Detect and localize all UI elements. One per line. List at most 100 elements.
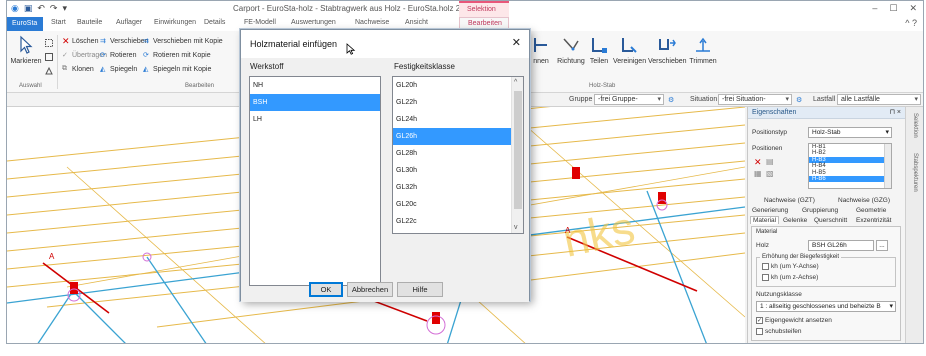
trimmen-button[interactable]: Trimmen bbox=[688, 35, 718, 65]
situation-select[interactable]: -frei Situation- ▾ bbox=[718, 94, 792, 105]
chevron-up-icon[interactable]: ^ bbox=[514, 79, 517, 86]
positionstyp-select[interactable]: Holz-Stab ▾ bbox=[808, 127, 892, 138]
tab-material[interactable]: Material bbox=[750, 216, 780, 224]
verschieben-kopie-button[interactable]: ⇉ Verschieben mit Kopie bbox=[143, 37, 223, 46]
select-window-button[interactable] bbox=[45, 39, 53, 47]
werkstoff-item-lh[interactable]: LH bbox=[250, 111, 380, 128]
tab-querschnitt[interactable]: Querschnitt bbox=[814, 217, 847, 224]
vereinigen-button[interactable]: Vereinigen bbox=[613, 35, 646, 65]
positionen-list[interactable]: H-B1 H-B2 H-B3 H-B4 H-B5 H-B6 bbox=[808, 143, 892, 189]
select-poly-button[interactable] bbox=[45, 66, 53, 75]
tab-ansicht[interactable]: Ansicht bbox=[405, 19, 428, 26]
ok-button[interactable]: OK bbox=[309, 282, 343, 297]
tab-geometrie[interactable]: Geometrie bbox=[856, 207, 886, 214]
schubsteifen-checkbox[interactable]: schubsteifen bbox=[756, 328, 802, 335]
duplicate-icon[interactable]: ▤ bbox=[766, 157, 774, 166]
transfer-icon: ✓ bbox=[62, 52, 68, 59]
festigkeit-item[interactable]: GL32h bbox=[393, 179, 523, 196]
festigkeit-item[interactable]: GL28h bbox=[393, 145, 523, 162]
holz-field[interactable]: BSH GL26h bbox=[808, 240, 874, 251]
spiegeln-button[interactable]: ◭ Spiegeln bbox=[100, 65, 137, 74]
redo-icon[interactable]: ↷ bbox=[50, 3, 58, 14]
tab-fe-modell[interactable]: FE-Modell bbox=[244, 19, 276, 26]
checkbox-checked[interactable]: ✓ bbox=[756, 317, 763, 324]
delete-icon[interactable]: ✕ bbox=[754, 157, 762, 168]
tab-exzentrizitaet[interactable]: Exzentrizität bbox=[856, 217, 891, 224]
dialog-close-button[interactable]: ✕ bbox=[512, 36, 521, 49]
save-icon[interactable]: ▣ bbox=[24, 3, 33, 14]
close-button[interactable]: ✕ bbox=[909, 3, 917, 14]
side-tab-stabspekturen[interactable]: Stabspekturen bbox=[912, 153, 918, 192]
maximize-button[interactable]: ☐ bbox=[889, 3, 897, 14]
tab-gruppierung[interactable]: Gruppierung bbox=[802, 207, 838, 214]
list-item[interactable]: H-B6 bbox=[809, 176, 891, 183]
festigkeit-item[interactable]: GL20h bbox=[393, 77, 523, 94]
richtung-button[interactable]: Richtung bbox=[557, 35, 585, 65]
festigkeit-item[interactable]: GL30h bbox=[393, 162, 523, 179]
gruppe-filter-icon[interactable]: ⚙ bbox=[668, 96, 674, 104]
tab-file[interactable]: EuroSta bbox=[7, 17, 43, 31]
festigkeit-scrollbar[interactable]: ^ v bbox=[511, 77, 523, 233]
kh-y-checkbox[interactable]: kh (um Y-Achse) bbox=[762, 263, 819, 270]
quick-access-toolbar: ◉ ▣ ↶ ↷ ▾ bbox=[11, 3, 67, 14]
help-controls[interactable]: ^ ? bbox=[905, 18, 917, 28]
tab-details[interactable]: Details bbox=[204, 19, 225, 26]
festigkeit-item[interactable]: GL22h bbox=[393, 94, 523, 111]
abbrechen-button[interactable]: Abbrechen bbox=[347, 282, 393, 297]
tab-nachweise[interactable]: Nachweise bbox=[355, 19, 389, 26]
werkstoff-item-nh[interactable]: NH bbox=[250, 77, 380, 94]
markieren-button[interactable]: Markieren bbox=[9, 35, 43, 65]
edit-icon[interactable]: ▦ bbox=[754, 169, 762, 178]
check-icon[interactable]: ▧ bbox=[766, 169, 774, 178]
pin-close-icon[interactable]: ⊓ × bbox=[890, 108, 902, 116]
tab-auflager[interactable]: Auflager bbox=[116, 19, 142, 26]
checkbox-box[interactable] bbox=[756, 328, 763, 335]
eigengewicht-checkbox[interactable]: ✓ Eigengewicht ansetzen bbox=[756, 317, 832, 324]
undo-icon[interactable]: ↶ bbox=[37, 3, 45, 14]
hilfe-button[interactable]: Hilfe bbox=[397, 282, 443, 297]
checkbox-box[interactable] bbox=[762, 274, 769, 281]
tab-bauteile[interactable]: Bauteile bbox=[77, 19, 102, 26]
tab-generierung[interactable]: Generierung bbox=[752, 207, 788, 214]
werkstoff-item-bsh[interactable]: BSH bbox=[250, 94, 380, 111]
rotieren-button[interactable]: ⟳ Rotieren bbox=[100, 51, 136, 60]
loeschen-button[interactable]: ✕ Löschen bbox=[62, 37, 98, 46]
tab-start[interactable]: Start bbox=[51, 19, 66, 26]
holz-browse-button[interactable]: ... bbox=[876, 240, 888, 251]
festigkeit-item[interactable]: GL22c bbox=[393, 213, 523, 230]
tab-gelenke[interactable]: Gelenke bbox=[783, 217, 807, 224]
klonen-button[interactable]: ⧉ Klonen bbox=[62, 65, 94, 73]
tab-nachweise-gzt[interactable]: Nachweise (GZT) bbox=[764, 197, 815, 204]
markieren-label: Markieren bbox=[10, 58, 42, 65]
positionen-scrollbar[interactable] bbox=[884, 144, 891, 188]
tab-einwirkungen[interactable]: Einwirkungen bbox=[154, 19, 196, 26]
minimize-button[interactable]: – bbox=[872, 3, 877, 14]
gruppe-select[interactable]: -frei Gruppe- ▾ bbox=[594, 94, 664, 105]
festigkeit-item-selected[interactable]: GL26h bbox=[393, 128, 511, 145]
situation-filter-icon[interactable]: ⚙ bbox=[796, 96, 802, 104]
werkstoff-list[interactable]: NH BSH LH bbox=[249, 76, 381, 286]
festigkeit-item[interactable]: GL20c bbox=[393, 196, 523, 213]
verschieben-button[interactable]: ⇉ Verschieben bbox=[100, 37, 149, 46]
holzstab-verschieben-button[interactable]: Verschieben bbox=[648, 35, 687, 65]
scrollbar-thumb[interactable] bbox=[514, 91, 522, 209]
side-tab-selektion[interactable]: Selektion bbox=[912, 113, 918, 138]
lastfall-select[interactable]: alle Lastfälle ▾ bbox=[837, 94, 921, 105]
festigkeitsklasse-list[interactable]: GL20h GL22h GL24h GL26h GL28h GL30h GL32… bbox=[392, 76, 524, 234]
holzstab-item-1-button[interactable]: nnen bbox=[529, 35, 553, 65]
festigkeit-item[interactable]: GL24h bbox=[393, 111, 523, 128]
bearbeiten-group-label: Bearbeiten bbox=[185, 83, 215, 89]
spiegeln-kopie-button[interactable]: ◭ Spiegeln mit Kopie bbox=[143, 65, 211, 74]
teilen-icon bbox=[589, 35, 609, 55]
select-cross-button[interactable] bbox=[45, 53, 53, 61]
rotieren-kopie-button[interactable]: ⟳ Rotieren mit Kopie bbox=[143, 51, 211, 60]
tab-nachweise-gzg[interactable]: Nachweise (GZG) bbox=[838, 197, 890, 204]
customize-icon[interactable]: ▾ bbox=[62, 3, 67, 14]
app-icon[interactable]: ◉ bbox=[11, 3, 19, 14]
kh-z-checkbox[interactable]: kh (um z-Achse) bbox=[762, 274, 818, 281]
checkbox-box[interactable] bbox=[762, 263, 769, 270]
tab-auswertungen[interactable]: Auswertungen bbox=[291, 19, 336, 26]
chevron-down-icon[interactable]: v bbox=[514, 224, 518, 231]
nutzungsklasse-select[interactable]: 1 : allseitig geschlossenes und beheizte… bbox=[756, 301, 896, 312]
teilen-button[interactable]: Teilen bbox=[587, 35, 611, 65]
